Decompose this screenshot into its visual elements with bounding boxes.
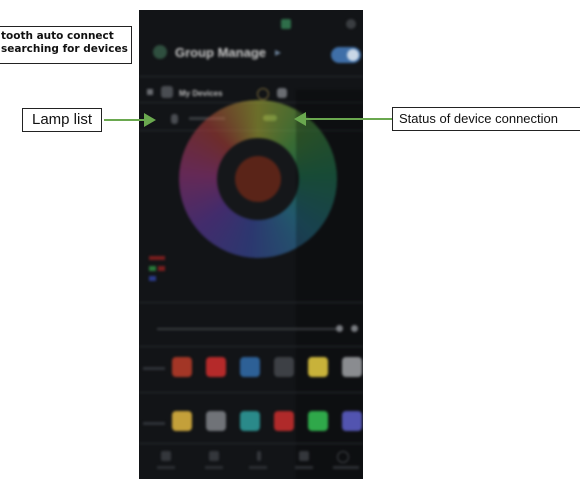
bluetooth-icon[interactable] xyxy=(281,19,291,29)
brightness-slider[interactable] xyxy=(157,328,337,330)
bluetooth-callout-line1: tooth auto connect xyxy=(1,30,114,42)
color-swatch[interactable] xyxy=(342,357,362,377)
color-swatch[interactable] xyxy=(274,357,294,377)
preset-row-label xyxy=(143,367,165,370)
status-callout: Status of device connection xyxy=(392,107,580,131)
status-arrowhead xyxy=(294,112,306,126)
nav-label xyxy=(157,466,175,469)
divider xyxy=(139,443,363,444)
chevron-icon[interactable]: ▸ xyxy=(275,45,281,59)
color-swatch[interactable] xyxy=(342,411,362,431)
group-row-label[interactable]: My Devices xyxy=(179,89,223,98)
color-swatch[interactable] xyxy=(274,411,294,431)
bluetooth-auto-connect-toggle[interactable] xyxy=(331,47,361,63)
preset-row-label xyxy=(143,422,165,425)
nav-icon-4[interactable] xyxy=(299,451,309,461)
nav-icon-3[interactable] xyxy=(257,451,261,461)
bluetooth-callout: tooth auto connect searching for devices xyxy=(0,26,132,64)
divider xyxy=(139,392,363,393)
lamp-list-callout: Lamp list xyxy=(22,108,102,132)
lamp-list-arrow-line xyxy=(104,119,148,121)
color-swatch[interactable] xyxy=(308,357,328,377)
gear-icon[interactable] xyxy=(337,451,349,463)
nav-icon-1[interactable] xyxy=(161,451,171,461)
color-swatch[interactable] xyxy=(308,411,328,431)
divider xyxy=(139,76,363,77)
bluetooth-callout-line2: searching for devices xyxy=(1,43,128,55)
nav-label xyxy=(205,466,223,469)
tag-red-2 xyxy=(158,266,165,271)
color-swatch[interactable] xyxy=(206,411,226,431)
group-device-icon xyxy=(161,86,173,98)
status-arrow-line xyxy=(306,118,392,120)
tag-green xyxy=(149,266,156,271)
nav-icon-2[interactable] xyxy=(209,451,219,461)
nav-label xyxy=(295,466,313,469)
tag-blue xyxy=(149,276,156,281)
color-swatch[interactable] xyxy=(206,357,226,377)
page-title: Group Manage xyxy=(175,45,267,60)
nav-label xyxy=(249,466,267,469)
app-content: Group Manage ▸ My Devices xyxy=(139,10,363,479)
chevron-down-icon[interactable] xyxy=(147,89,153,95)
color-swatch[interactable] xyxy=(240,357,260,377)
phone-screen: Group Manage ▸ My Devices xyxy=(139,10,363,479)
divider xyxy=(139,302,363,303)
color-swatch[interactable] xyxy=(172,357,192,377)
edit-icon[interactable] xyxy=(257,88,269,100)
color-swatch[interactable] xyxy=(172,411,192,431)
tag-red xyxy=(149,256,165,260)
slider-thumb[interactable] xyxy=(336,325,343,332)
nav-label xyxy=(333,466,359,469)
slider-thumb-2[interactable] xyxy=(351,325,358,332)
lamp-icon[interactable] xyxy=(171,114,178,124)
toggle-knob xyxy=(347,49,359,61)
bulb-icon[interactable] xyxy=(277,88,287,98)
color-swatch[interactable] xyxy=(240,411,260,431)
lamp-list-arrowhead xyxy=(144,113,156,127)
settings-icon[interactable] xyxy=(346,19,356,29)
group-icon[interactable] xyxy=(153,45,167,59)
divider xyxy=(139,346,363,347)
color-preview[interactable] xyxy=(235,156,281,202)
